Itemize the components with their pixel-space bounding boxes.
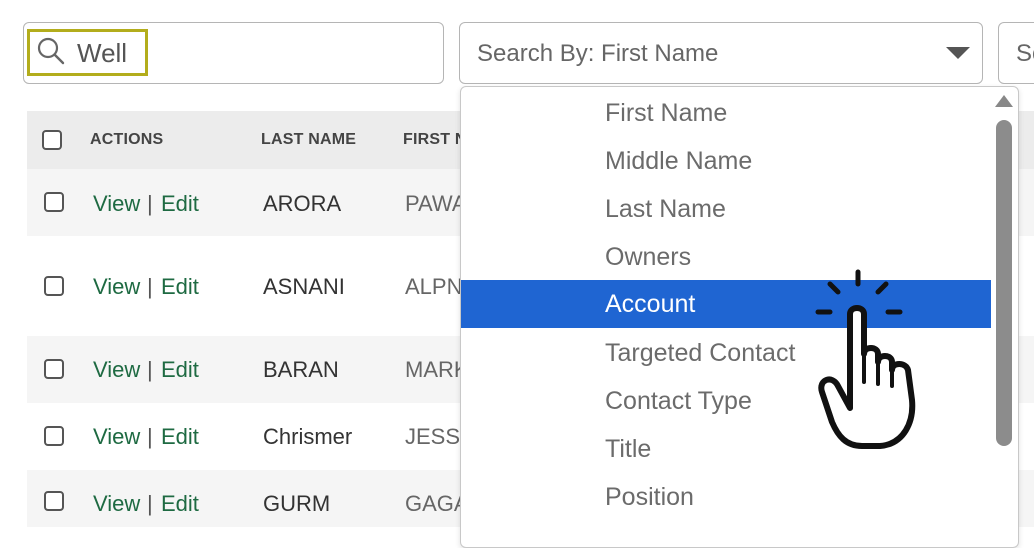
edit-link[interactable]: Edit: [161, 191, 199, 217]
option-label: Position: [605, 483, 694, 511]
option-label: First Name: [605, 99, 728, 127]
option-middle-name[interactable]: Middle Name: [461, 137, 991, 185]
option-first-name[interactable]: First Name: [461, 89, 991, 137]
option-last-name[interactable]: Last Name: [461, 185, 991, 233]
option-label: Title: [605, 435, 652, 463]
view-link[interactable]: View: [93, 491, 140, 517]
action-separator: |: [147, 357, 153, 382]
row-checkbox[interactable]: [44, 426, 64, 446]
view-link[interactable]: View: [93, 424, 140, 450]
last-name-cell: ASNANI: [263, 274, 345, 299]
last-name-cell: ARORA: [263, 191, 342, 216]
header-actions: ACTIONS: [90, 131, 164, 148]
search-icon: [37, 37, 65, 65]
option-label: Targeted Contact: [605, 339, 796, 367]
view-link[interactable]: View: [93, 274, 140, 300]
select-all-checkbox[interactable]: [42, 130, 62, 150]
last-name-cell: BARAN: [263, 357, 339, 382]
option-label: Owners: [605, 243, 692, 271]
action-separator: |: [147, 491, 153, 516]
action-separator: |: [147, 191, 153, 216]
scroll-up-arrow-icon[interactable]: [995, 95, 1013, 107]
row-checkbox[interactable]: [44, 359, 64, 379]
sort-select-label: Sc: [1016, 40, 1034, 67]
edit-link[interactable]: Edit: [161, 424, 199, 450]
option-label: Account: [605, 290, 696, 318]
option-label: Last Name: [605, 195, 726, 223]
edit-link[interactable]: Edit: [161, 357, 199, 383]
edit-link[interactable]: Edit: [161, 491, 199, 517]
row-checkbox[interactable]: [44, 276, 64, 296]
last-name-cell: Chrismer: [263, 424, 353, 449]
action-separator: |: [147, 274, 153, 299]
last-name-cell: GURM: [263, 491, 331, 516]
search-value: Well: [77, 38, 128, 68]
view-link[interactable]: View: [93, 191, 140, 217]
chevron-down-icon[interactable]: [946, 47, 970, 59]
header-last-name[interactable]: LAST NAME: [261, 131, 356, 149]
option-label: Contact Type: [605, 387, 752, 415]
search-by-label: Search By: First Name: [477, 40, 719, 67]
edit-link[interactable]: Edit: [161, 274, 199, 300]
scrollbar-thumb[interactable]: [996, 120, 1012, 446]
view-link[interactable]: View: [93, 357, 140, 383]
option-label: Middle Name: [605, 147, 753, 175]
first-name-cell: PAWA: [405, 191, 467, 216]
row-checkbox[interactable]: [44, 192, 64, 212]
pointer-hand-icon: [815, 269, 916, 449]
option-position[interactable]: Position: [461, 473, 991, 521]
action-separator: |: [147, 424, 153, 449]
row-checkbox[interactable]: [44, 491, 64, 511]
